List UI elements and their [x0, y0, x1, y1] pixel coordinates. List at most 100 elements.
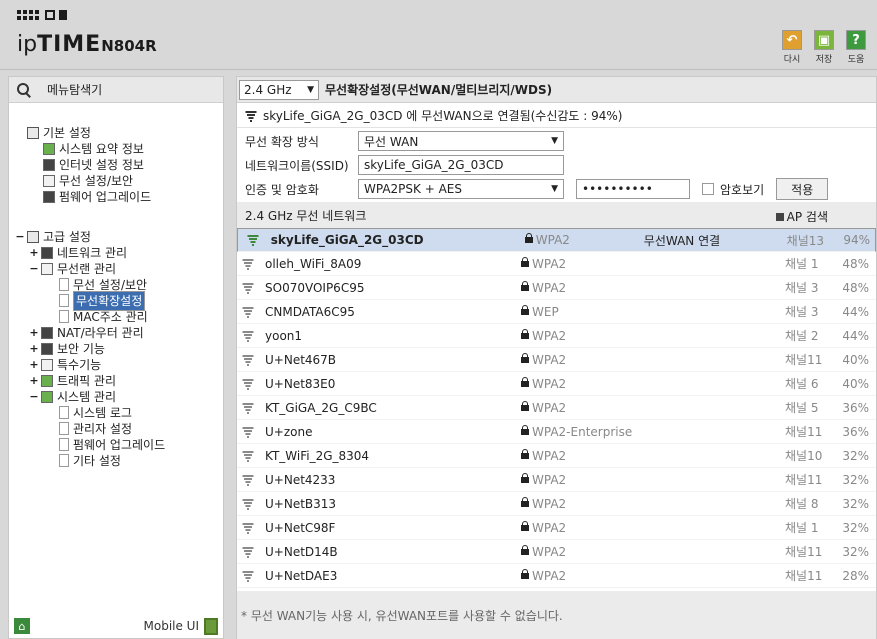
network-row[interactable]: U+Net83E0 WPA2 채널 6 40%: [237, 372, 876, 396]
expand-toggle[interactable]: +: [29, 374, 39, 387]
network-row[interactable]: U+Net4233 WPA2 채널11 32%: [237, 468, 876, 492]
home-icon[interactable]: ⌂: [14, 618, 30, 634]
band-select[interactable]: 2.4 GHz ▼: [239, 79, 319, 100]
tree-item-mac-management[interactable]: MAC주소 관리: [59, 309, 148, 324]
network-channel: 채널 8: [785, 497, 819, 511]
collapse-toggle[interactable]: −: [29, 262, 39, 275]
network-row[interactable]: KT_GiGA_2G_C9BC WPA2 채널 5 36%: [237, 396, 876, 420]
network-row[interactable]: skyLife_GiGA_2G_03CD WPA2 무선WAN 연결 채널13 94%: [237, 228, 876, 252]
tree-item-internet-info[interactable]: 인터넷 설정 정보: [43, 157, 144, 172]
network-row[interactable]: U+NetC98F WPA2 채널 1 32%: [237, 516, 876, 540]
apply-button[interactable]: 적용: [776, 178, 829, 200]
save-button[interactable]: ▣ 저장: [813, 30, 835, 65]
tree-item-firmware-upgrade[interactable]: 펌웨어 업그레이드: [59, 437, 165, 452]
page-icon: [59, 422, 69, 435]
folder-icon: [27, 126, 39, 139]
help-button[interactable]: ? 도움: [845, 30, 867, 65]
lock-icon: [521, 328, 529, 340]
signal-cell: [237, 258, 265, 270]
special-icon: [41, 358, 53, 371]
lock-icon: [521, 472, 529, 484]
tree-basic-settings[interactable]: 기본 설정: [27, 125, 91, 140]
network-row[interactable]: olleh_WiFi_8A09 WPA2 채널 1 48%: [237, 252, 876, 276]
network-row[interactable]: KT_WiFi_2G_8304 WPA2 채널10 32%: [237, 444, 876, 468]
signal-cell: [237, 402, 265, 414]
network-signal: 44%: [842, 304, 869, 319]
network-ssid: U+Net467B: [265, 352, 337, 367]
show-password-checkbox[interactable]: [702, 183, 714, 195]
network-ssid: U+NetDAE3: [265, 568, 338, 583]
tree-item-other-settings[interactable]: 기타 설정: [59, 453, 121, 468]
auth-encryption-select[interactable]: WPA2PSK + AES ▼: [358, 179, 564, 199]
menu-explorer-header[interactable]: 메뉴탐색기: [9, 77, 223, 103]
signal-icon: [242, 498, 253, 510]
tree-system-management[interactable]: − 시스템 관리: [29, 389, 116, 404]
network-security: WEP: [521, 304, 641, 319]
network-ssid: yoon1: [265, 328, 303, 343]
network-ssid: olleh_WiFi_8A09: [265, 256, 362, 271]
network-ssid: CNMDATA6C95: [265, 304, 355, 319]
tree-traffic[interactable]: + 트래픽 관리: [29, 373, 116, 388]
signal-cell: [237, 546, 265, 558]
extension-mode-select[interactable]: 무선 WAN ▼: [358, 131, 564, 151]
network-row[interactable]: U+NetD14B WPA2 채널11 32%: [237, 540, 876, 564]
traffic-icon: [41, 374, 53, 387]
search-icon: [775, 212, 784, 221]
network-signal: 44%: [842, 328, 869, 343]
tree-advanced-settings[interactable]: − 고급 설정: [15, 229, 91, 244]
tree-security[interactable]: + 보안 기능: [29, 341, 105, 356]
network-security: WPA2-Enterprise: [521, 424, 641, 439]
collapse-toggle[interactable]: −: [15, 230, 25, 243]
lock-icon: [521, 424, 529, 436]
ssid-input[interactable]: skyLife_GiGA_2G_03CD: [358, 155, 564, 175]
network-row[interactable]: U+NetB313 WPA2 채널 8 32%: [237, 492, 876, 516]
network-row[interactable]: SO070VOIP6C95 WPA2 채널 3 48%: [237, 276, 876, 300]
ap-search-button[interactable]: AP 검색: [775, 208, 828, 225]
expand-toggle[interactable]: +: [29, 326, 39, 339]
network-channel: 채널10: [785, 449, 823, 463]
folder-icon: [27, 230, 39, 243]
tree-item-admin-settings[interactable]: 관리자 설정: [59, 421, 132, 436]
network-row[interactable]: CNMDATA6C95 WEP 채널 3 44%: [237, 300, 876, 324]
lock-icon: [524, 233, 533, 244]
signal-cell: [237, 426, 265, 438]
signal-icon: [242, 330, 253, 342]
network-signal: 32%: [842, 544, 869, 559]
signal-cell: [237, 450, 265, 462]
password-input[interactable]: ••••••••••: [576, 179, 690, 199]
network-status: 무선WAN 연결: [643, 233, 721, 248]
network-row[interactable]: yoon1 WPA2 채널 2 44%: [237, 324, 876, 348]
network-row[interactable]: U+zone WPA2-Enterprise 채널11 36%: [237, 420, 876, 444]
network-security: WPA2: [521, 568, 641, 583]
tree-network-management[interactable]: + 네트워크 관리: [29, 245, 127, 260]
network-security: WPA2: [521, 472, 641, 487]
page-icon: [59, 294, 69, 307]
chart-icon: [41, 390, 53, 403]
tree-item-wireless-extension[interactable]: 무선확장설정: [59, 290, 146, 311]
tree-item-system-summary[interactable]: 시스템 요약 정보: [43, 141, 144, 156]
lock-icon: [521, 304, 529, 316]
signal-icon: [245, 110, 256, 122]
expand-toggle[interactable]: +: [29, 246, 39, 259]
tree-item-wireless-security-basic[interactable]: 무선 설정/보안: [43, 173, 133, 188]
network-ssid: U+Net83E0: [265, 376, 336, 391]
mobile-ui-link[interactable]: Mobile UI: [144, 617, 218, 635]
signal-icon: [242, 378, 253, 390]
network-security: WPA2: [521, 256, 641, 271]
tree-item-firmware-basic[interactable]: 펌웨어 업그레이드: [43, 189, 151, 204]
expand-toggle[interactable]: +: [29, 342, 39, 355]
connection-status: skyLife_GiGA_2G_03CD 에 무선WAN으로 연결됨(수신감도 …: [237, 104, 876, 128]
tree-nat-router[interactable]: + NAT/라우터 관리: [29, 325, 143, 340]
collapse-toggle[interactable]: −: [29, 390, 39, 403]
network-security: WPA2: [521, 328, 641, 343]
network-row[interactable]: U+Net467B WPA2 채널11 40%: [237, 348, 876, 372]
expand-toggle[interactable]: +: [29, 358, 39, 371]
network-row[interactable]: U+NetDAE3 WPA2 채널11 28%: [237, 564, 876, 588]
tree-wireless-management[interactable]: − 무선랜 관리: [29, 261, 116, 276]
signal-cell: [237, 330, 265, 342]
signal-icon: [242, 354, 253, 366]
tree-item-system-log[interactable]: 시스템 로그: [59, 405, 132, 420]
tree-special[interactable]: + 특수기능: [29, 357, 101, 372]
search-icon: [17, 82, 31, 97]
undo-button[interactable]: ↶ 다시: [781, 30, 803, 65]
